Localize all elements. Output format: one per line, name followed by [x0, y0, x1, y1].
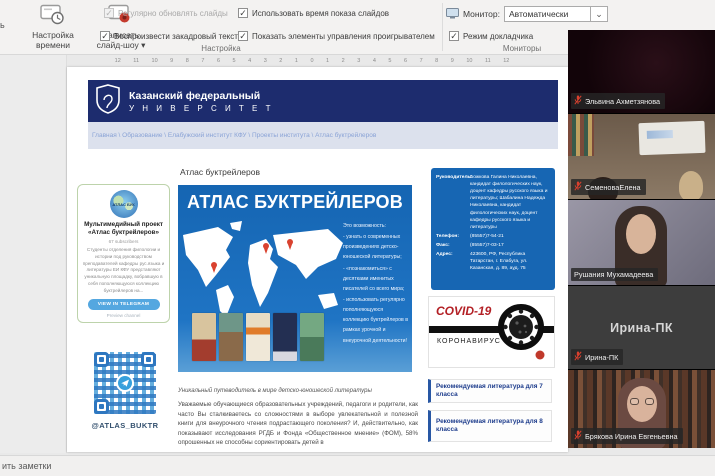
page-title: Атлас буктрейлеров [180, 167, 260, 177]
notes-text-fragment: ить заметки [2, 461, 51, 471]
participant-tile[interactable]: СеменоваЕлена [568, 114, 715, 199]
muted-mic-icon [574, 351, 582, 363]
poster-bullet: - использовать регулярно пополняющуюся к… [343, 295, 409, 346]
checkbox-box: ✓ [100, 31, 110, 41]
rehearse-timings-icon [40, 4, 66, 29]
checkbox-presenter-view[interactable]: ✓ Режим докладчика [449, 31, 533, 41]
telegram-channel-description: Студенты отделения филологии и истории п… [82, 247, 165, 295]
poster-bullet: - узнать о современных произведениях дет… [343, 232, 409, 262]
telegram-qr-code [90, 348, 160, 418]
book-cover [273, 313, 297, 361]
university-name-line1: Казанский федеральный [129, 90, 273, 102]
recommended-literature-grade7-link[interactable]: Рекомендуемая литература для 7 класса [428, 379, 552, 403]
preview-channel-link[interactable]: Preview channel [82, 313, 165, 318]
atlas-poster: АТЛАС БУКТРЕЙЛЕРОВ [178, 185, 412, 372]
monitor-select-value: Автоматически [505, 7, 590, 21]
contact-info-box: Руководитель:Божкова Галина Николаевна, … [431, 168, 555, 290]
covid-title: COVID-19 [436, 304, 491, 318]
monitor-row: Монитор: Автоматически ⌄ [446, 6, 608, 22]
ribbon-group-label-setup: Настройка [0, 44, 442, 53]
classroom-bookshelf [568, 114, 594, 156]
article-tagline: Уникальный путеводитель в мире детско-юн… [178, 388, 372, 394]
muted-mic-icon [574, 430, 582, 442]
participant-face [626, 214, 656, 254]
muted-mic-icon [574, 181, 582, 193]
muted-mic-icon [574, 95, 582, 107]
recommended-literature-grade8-link[interactable]: Рекомендуемая литература для 8 класса [428, 410, 552, 442]
qr-finder-icon [141, 352, 156, 367]
telegram-subscribers-count: 67 subscribers [82, 239, 165, 244]
book-cover [219, 313, 243, 361]
checkbox-play-narrations[interactable]: ✓ Воспроизвести закадровый текст [100, 31, 238, 41]
select-arrow-icon[interactable]: ⌄ [590, 7, 607, 21]
slide-thumbnail-pane[interactable] [0, 55, 67, 453]
contact-label: Руководитель: [436, 174, 470, 231]
monitor-icon [446, 8, 459, 21]
projector-screen [638, 121, 705, 155]
app-window: ь Настройка времени Запи [0, 0, 715, 476]
poster-title: АТЛАС БУКТРЕЙЛЕРОВ [178, 192, 412, 213]
contact-value: Божкова Галина Николаевна, кандидат фило… [470, 174, 550, 231]
telegram-channel-card[interactable]: АТЛАС БУК Мультимедийный проект «Атлас б… [77, 184, 170, 323]
telegram-plane-icon [116, 374, 134, 392]
participant-silhouette [679, 171, 703, 199]
qr-block: @ATLAS_BUKTR [88, 348, 162, 430]
poster-bullets-heading: Это возможность: [343, 221, 409, 231]
notes-pane[interactable]: ить заметки [0, 455, 715, 476]
glasses-icon [630, 398, 654, 405]
book-covers-row [192, 313, 324, 361]
horizontal-ruler: 12 11 10 9 8 7 6 5 4 3 2 1 0 1 2 3 4 5 6… [62, 57, 562, 66]
monitor-label: Монитор: [463, 9, 500, 19]
article-paragraph: Уважаемые обучающиеся образовательных уч… [178, 400, 418, 448]
contact-label: Факс: [436, 242, 470, 249]
poster-bullet: - «познакомиться» с десятками именитых п… [343, 264, 409, 294]
checkbox-box: ✓ [238, 8, 248, 18]
participant-name-label: Ирина-ПК [571, 349, 623, 365]
video-panel: Эльвина Ахметзянова СеменоваЕлена Рушани… [568, 30, 715, 448]
participant-tile[interactable]: Рушания Мухамадеева [568, 200, 715, 285]
telegram-channel-avatar: АТЛАС БУК [110, 190, 138, 218]
participant-name-label: СеменоваЕлена [571, 179, 646, 195]
monitor-select[interactable]: Автоматически ⌄ [504, 6, 608, 22]
participant-tile[interactable]: Брякова Ирина Евгеньевна [568, 370, 715, 448]
checkbox-show-media-controls[interactable]: ✓ Показать элементы управления проигрыва… [238, 31, 435, 41]
contact-label: Телефон: [436, 233, 470, 240]
covid-banner[interactable]: COVID-19 КОРОНАВИРУС [428, 296, 555, 368]
book-cover [246, 313, 270, 361]
ribbon-clipped-fragment: ь [0, 20, 5, 30]
poster-bullets: Это возможность: - узнать о современных … [343, 221, 409, 347]
book-cover [192, 313, 216, 361]
checkbox-box: ✓ [449, 31, 459, 41]
university-name-line2: У Н И В Е Р С И Т Е Т [129, 104, 273, 113]
checkbox-box: ✓ [238, 31, 248, 41]
book-cover [300, 313, 324, 361]
breadcrumb[interactable]: Главная \ Образование \ Елабужский инсти… [88, 132, 376, 139]
checkbox-keep-slides-updated[interactable]: ✓ Регулярно обновлять слайды [104, 8, 228, 18]
checkbox-use-timings[interactable]: ✓ Использовать время показа слайдов [238, 8, 389, 18]
participant-name-label: Брякова Ирина Евгеньевна [571, 428, 683, 444]
checkbox-box: ✓ [104, 8, 114, 18]
telegram-channel-title: Мультимедийный проект «Атлас буктрейлеро… [82, 221, 165, 237]
qr-finder-icon [94, 399, 109, 414]
participant-name-label: Рушания Мухамадеева [571, 268, 658, 281]
kfu-site-header: Казанский федеральный У Н И В Е Р С И Т … [88, 80, 558, 122]
view-in-telegram-button[interactable]: VIEW IN TELEGRAM [88, 299, 160, 310]
contact-value: (85557)7-03-17 [470, 242, 550, 249]
contact-label: Адрес: [436, 251, 470, 272]
magnifier-virus-icon [492, 299, 550, 368]
slide-canvas[interactable]: Казанский федеральный У Н И В Е Р С И Т … [67, 67, 568, 452]
participant-name-label: Эльвина Ахметзянова [571, 93, 665, 109]
contact-value: (85557)7-54-21 [470, 233, 550, 240]
breadcrumb-bar: Главная \ Образование \ Елабужский инсти… [88, 122, 558, 149]
qr-finder-icon [94, 352, 109, 367]
contact-value: 423600, РФ, Республика Татарстан, г. Ела… [470, 251, 550, 272]
participant-tile[interactable]: Ирина-ПК Ирина-ПК [568, 286, 715, 369]
participant-tile[interactable]: Эльвина Ахметзянова [568, 30, 715, 113]
kfu-shield-logo-icon [95, 84, 121, 119]
qr-caption: @ATLAS_BUKTR [88, 421, 162, 430]
